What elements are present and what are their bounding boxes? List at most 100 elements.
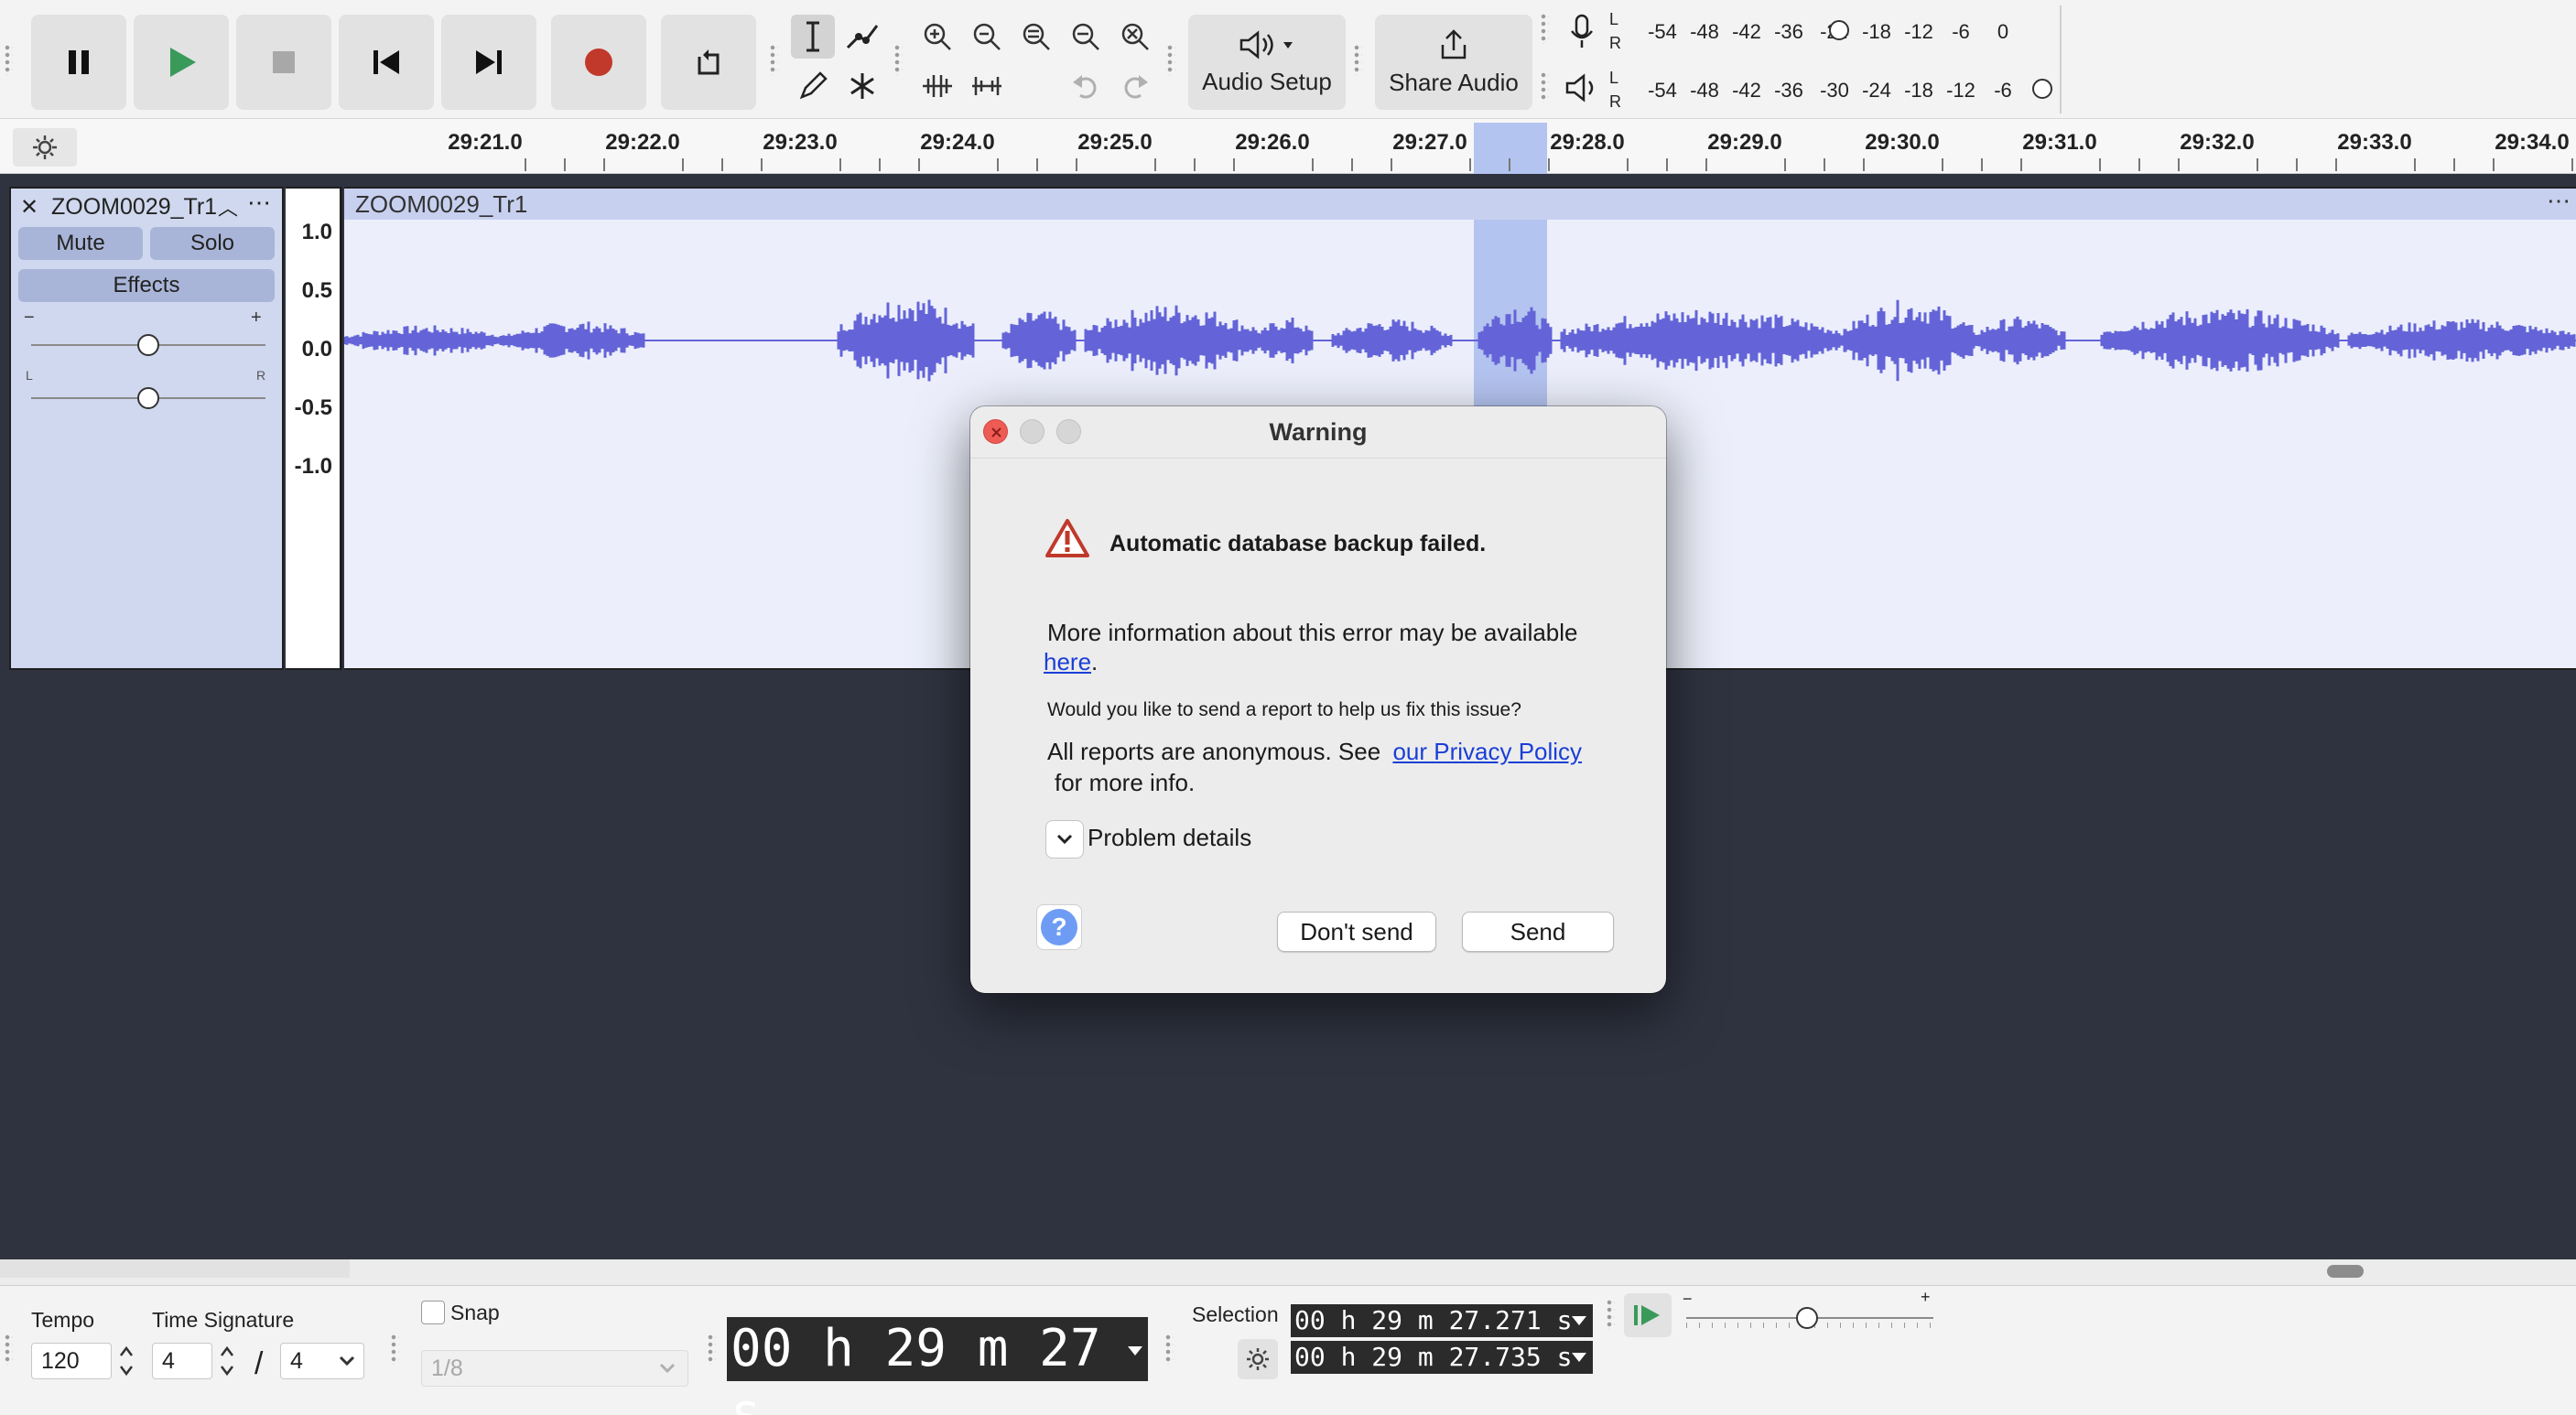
track-menu-icon[interactable]: ⋯ xyxy=(247,189,272,217)
numerator-stepper-icon[interactable] xyxy=(218,1343,236,1379)
toolbar-grip[interactable] xyxy=(1540,71,1549,103)
toolbar-grip[interactable] xyxy=(1164,1334,1174,1365)
effects-button[interactable]: Effects xyxy=(18,269,275,302)
ruler-tick xyxy=(839,158,841,171)
mute-button[interactable]: Mute xyxy=(18,227,143,260)
toolbar-grip[interactable] xyxy=(893,44,903,75)
scrollbar-thumb[interactable] xyxy=(2327,1265,2364,1278)
silence-audio-icon xyxy=(972,77,1001,95)
zoom-in-button[interactable] xyxy=(915,15,959,59)
ruler-tick xyxy=(682,158,684,171)
gain-slider-thumb[interactable] xyxy=(137,334,159,356)
zoom-out-button[interactable] xyxy=(965,15,1009,59)
toolbar-grip[interactable] xyxy=(1540,13,1549,44)
audio-setup-button[interactable]: Audio Setup xyxy=(1188,15,1346,110)
undo-button[interactable] xyxy=(1064,64,1108,108)
speed-slider-thumb[interactable] xyxy=(1796,1307,1818,1329)
zoom-toggle-button[interactable] xyxy=(1113,15,1157,59)
info-text: More information about this error may be… xyxy=(1047,619,1578,646)
redo-button[interactable] xyxy=(1113,64,1157,108)
clip-title-bar[interactable]: ZOOM0029_Tr1 xyxy=(344,189,2576,220)
share-audio-button[interactable]: Share Audio xyxy=(1375,15,1532,110)
skip-start-icon xyxy=(373,50,399,74)
meter-tick-label: -42 xyxy=(1732,20,1761,43)
pause-button[interactable] xyxy=(31,15,126,110)
ruler-tick xyxy=(1627,158,1629,171)
meter-tick-label: -48 xyxy=(1690,20,1719,43)
tempo-field[interactable]: 120 xyxy=(31,1343,112,1379)
toolbar-grip[interactable] xyxy=(1166,44,1175,75)
time-sig-denominator[interactable]: 4 xyxy=(280,1343,364,1379)
playback-speed-slider[interactable] xyxy=(1686,1307,1933,1329)
tempo-stepper-icon[interactable] xyxy=(117,1343,135,1379)
ruler-tick xyxy=(1469,158,1471,171)
selection-settings-button[interactable] xyxy=(1238,1339,1278,1379)
amplitude-scale[interactable]: 1.0 0.5 0.0 -0.5 -1.0 xyxy=(286,187,342,670)
problem-details-toggle[interactable] xyxy=(1045,820,1084,859)
fit-project-button[interactable] xyxy=(1064,15,1108,59)
solo-button[interactable]: Solo xyxy=(150,227,275,260)
toolbar-grip[interactable] xyxy=(4,44,13,75)
divider xyxy=(970,458,1666,459)
stop-icon xyxy=(273,51,295,73)
close-track-button[interactable]: ✕ xyxy=(20,194,38,221)
snap-checkbox[interactable] xyxy=(421,1301,445,1324)
play-at-speed-button[interactable] xyxy=(1624,1293,1672,1337)
here-link[interactable]: here xyxy=(1044,648,1091,675)
collapse-track-icon[interactable]: ︿ xyxy=(218,192,238,221)
clip-menu-icon[interactable]: ⋯ xyxy=(2547,189,2571,215)
timeline-options-button[interactable] xyxy=(13,128,77,167)
selection-end-display[interactable]: 00 h 29 m 27.735 s xyxy=(1291,1341,1593,1374)
help-button[interactable]: ? xyxy=(1036,904,1082,950)
meter-gain-slider-thumb[interactable] xyxy=(2032,79,2052,99)
ruler-tick xyxy=(1548,158,1550,171)
time-sig-numerator[interactable]: 4 xyxy=(152,1343,212,1379)
track-name-menu[interactable]: ZOOM0029_Tr1 xyxy=(51,194,217,221)
multi-tool[interactable] xyxy=(840,64,884,108)
ruler-label: 29:21.0 xyxy=(448,130,523,155)
warning-icon xyxy=(1045,519,1089,557)
toolbar-grip[interactable] xyxy=(1353,44,1362,75)
info-period: . xyxy=(1091,648,1099,675)
gain-slider[interactable] xyxy=(31,334,265,356)
play-button[interactable] xyxy=(134,15,229,110)
pan-slider[interactable] xyxy=(31,387,265,409)
send-button[interactable]: Send xyxy=(1462,912,1614,952)
track-control-panel[interactable]: ✕ ZOOM0029_Tr1 ︿ ⋯ Mute Solo Effects − +… xyxy=(9,187,284,670)
meter-tick-label: -12 xyxy=(1904,20,1933,43)
loop-button[interactable] xyxy=(661,15,756,110)
timeline-ruler[interactable]: 29:21.0 29:22.0 29:23.0 29:24.0 29:25.0 29:26… xyxy=(0,119,2576,174)
selection-tool[interactable] xyxy=(791,15,835,59)
draw-tool[interactable] xyxy=(791,64,835,108)
playback-meter-button[interactable] xyxy=(1560,66,1604,110)
trim-button[interactable] xyxy=(915,64,959,108)
toolbar-grip[interactable] xyxy=(4,1334,13,1365)
skip-to-start-button[interactable] xyxy=(339,15,434,110)
toolbar-grip[interactable] xyxy=(707,1334,716,1365)
meter-tick-label: -36 xyxy=(1774,79,1803,102)
envelope-tool[interactable] xyxy=(840,15,884,59)
horizontal-scrollbar[interactable] xyxy=(0,1259,2576,1285)
pan-slider-thumb[interactable] xyxy=(137,387,159,409)
selection-start-display[interactable]: 00 h 29 m 27.271 s xyxy=(1291,1304,1593,1337)
privacy-policy-link[interactable]: our Privacy Policy xyxy=(1392,738,1582,765)
toolbar-grip[interactable] xyxy=(1606,1299,1615,1330)
meter-tick-label: -18 xyxy=(1862,20,1891,43)
stop-button[interactable] xyxy=(236,15,331,110)
record-level-meter[interactable]: L R -54-48-42-36-24-18-12-60 xyxy=(1609,5,2060,57)
audio-position-display[interactable]: 00 h 29 m 27 s xyxy=(727,1317,1148,1415)
toolbar-grip[interactable] xyxy=(769,44,778,75)
playback-level-meter[interactable]: L R -54 -48 -42 -36 -30 -24 -18 -12 -6 xyxy=(1609,64,2060,115)
ruler-tick xyxy=(1312,158,1314,171)
silence-button[interactable] xyxy=(965,64,1009,108)
toolbar-grip[interactable] xyxy=(390,1334,399,1365)
meter-gain-slider-thumb[interactable] xyxy=(1829,20,1849,40)
dont-send-button[interactable]: Don't send xyxy=(1277,912,1436,952)
record-button[interactable] xyxy=(551,15,646,110)
gain-minus-label: − xyxy=(24,308,35,328)
fit-selection-button[interactable] xyxy=(1014,15,1058,59)
skip-to-end-button[interactable] xyxy=(441,15,536,110)
ruler-tick xyxy=(1351,158,1353,171)
record-meter-button[interactable] xyxy=(1560,9,1604,53)
snap-select[interactable]: 1/8 xyxy=(421,1350,688,1387)
